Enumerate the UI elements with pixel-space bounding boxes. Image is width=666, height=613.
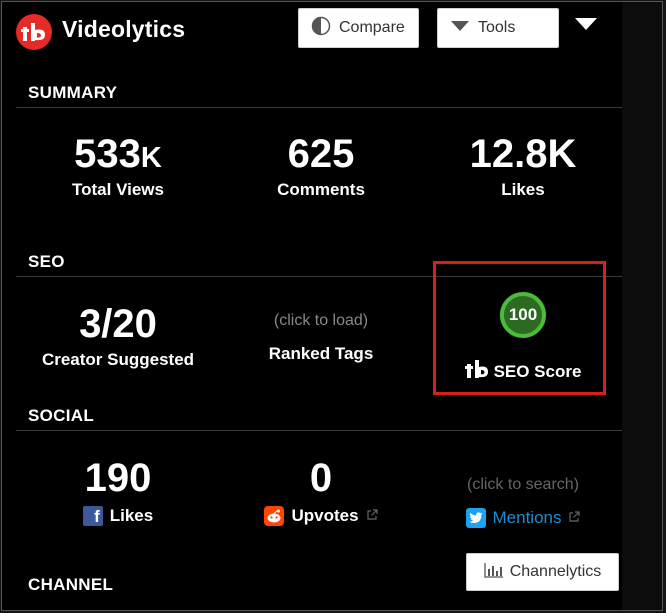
videolytics-panel: Videolytics Compare Tools SUMMARY 533K T… bbox=[2, 2, 624, 610]
creator-suggested-stat[interactable]: 3/20 Creator Suggested bbox=[18, 304, 218, 370]
comments-value: 625 bbox=[287, 132, 355, 176]
compare-button[interactable]: Compare bbox=[298, 8, 419, 48]
channelytics-button[interactable]: Channelytics bbox=[466, 553, 619, 591]
social-divider bbox=[16, 430, 624, 431]
twitter-mentions-label-row: Mentions bbox=[423, 508, 623, 528]
tools-button[interactable]: Tools bbox=[437, 8, 559, 48]
facebook-likes-stat[interactable]: 190 f Likes bbox=[18, 458, 218, 526]
comments-label: Comments bbox=[277, 180, 365, 199]
likes-stat: 12.8K Likes bbox=[423, 134, 623, 200]
channel-heading: CHANNEL bbox=[28, 575, 114, 594]
reddit-icon bbox=[264, 506, 285, 526]
scrollbar[interactable] bbox=[622, 2, 662, 610]
facebook-likes-value: 190 bbox=[84, 456, 152, 500]
channelytics-button-label: Channelytics bbox=[509, 563, 602, 580]
tools-button-label: Tools bbox=[478, 19, 516, 36]
external-link-icon bbox=[366, 506, 378, 526]
reddit-upvotes-stat[interactable]: 0 Upvotes bbox=[221, 458, 421, 526]
facebook-icon: f bbox=[82, 506, 103, 526]
likes-value: 12.8K bbox=[469, 132, 577, 176]
twitter-mentions-label[interactable]: Mentions bbox=[493, 508, 562, 528]
total-views-stat: 533K Total Views bbox=[18, 134, 218, 200]
reddit-upvotes-label: Upvotes bbox=[291, 506, 359, 525]
ranked-tags-stat[interactable]: (click to load) Ranked Tags bbox=[221, 312, 421, 364]
creator-suggested-value: 3/20 bbox=[79, 302, 157, 346]
comments-stat: 625 Comments bbox=[221, 134, 421, 200]
summary-divider bbox=[16, 107, 624, 108]
collapse-caret-icon[interactable] bbox=[575, 18, 597, 30]
total-views-value: 533K bbox=[74, 132, 162, 176]
ranked-tags-hint[interactable]: (click to load) bbox=[221, 312, 421, 330]
external-link-icon bbox=[568, 508, 581, 528]
twitter-mentions-hint[interactable]: (click to search) bbox=[423, 476, 623, 494]
twitter-icon bbox=[465, 508, 486, 528]
bar-chart-icon bbox=[484, 562, 504, 583]
half-circle-icon bbox=[311, 16, 331, 41]
ranked-tags-label: Ranked Tags bbox=[268, 344, 374, 363]
summary-heading: SUMMARY bbox=[28, 83, 118, 102]
reddit-upvotes-label-row: Upvotes bbox=[221, 506, 421, 526]
seo-score-highlight-box bbox=[433, 261, 606, 395]
likes-label: Likes bbox=[501, 180, 545, 199]
reddit-upvotes-value: 0 bbox=[309, 456, 333, 500]
compare-button-label: Compare bbox=[339, 19, 405, 36]
twitter-mentions-stat[interactable]: (click to search) Mentions bbox=[423, 476, 623, 528]
social-heading: SOCIAL bbox=[28, 406, 95, 425]
tubebuddy-logo-icon bbox=[16, 14, 52, 50]
facebook-likes-label-row: f Likes bbox=[18, 506, 218, 526]
videolytics-window: Videolytics Compare Tools SUMMARY 533K T… bbox=[1, 1, 663, 611]
app-title: Videolytics bbox=[62, 16, 186, 42]
total-views-label: Total Views bbox=[72, 180, 164, 199]
creator-suggested-label: Creator Suggested bbox=[41, 350, 195, 369]
caret-down-icon bbox=[450, 19, 470, 37]
seo-heading: SEO bbox=[28, 252, 65, 271]
facebook-likes-label: Likes bbox=[109, 506, 154, 525]
